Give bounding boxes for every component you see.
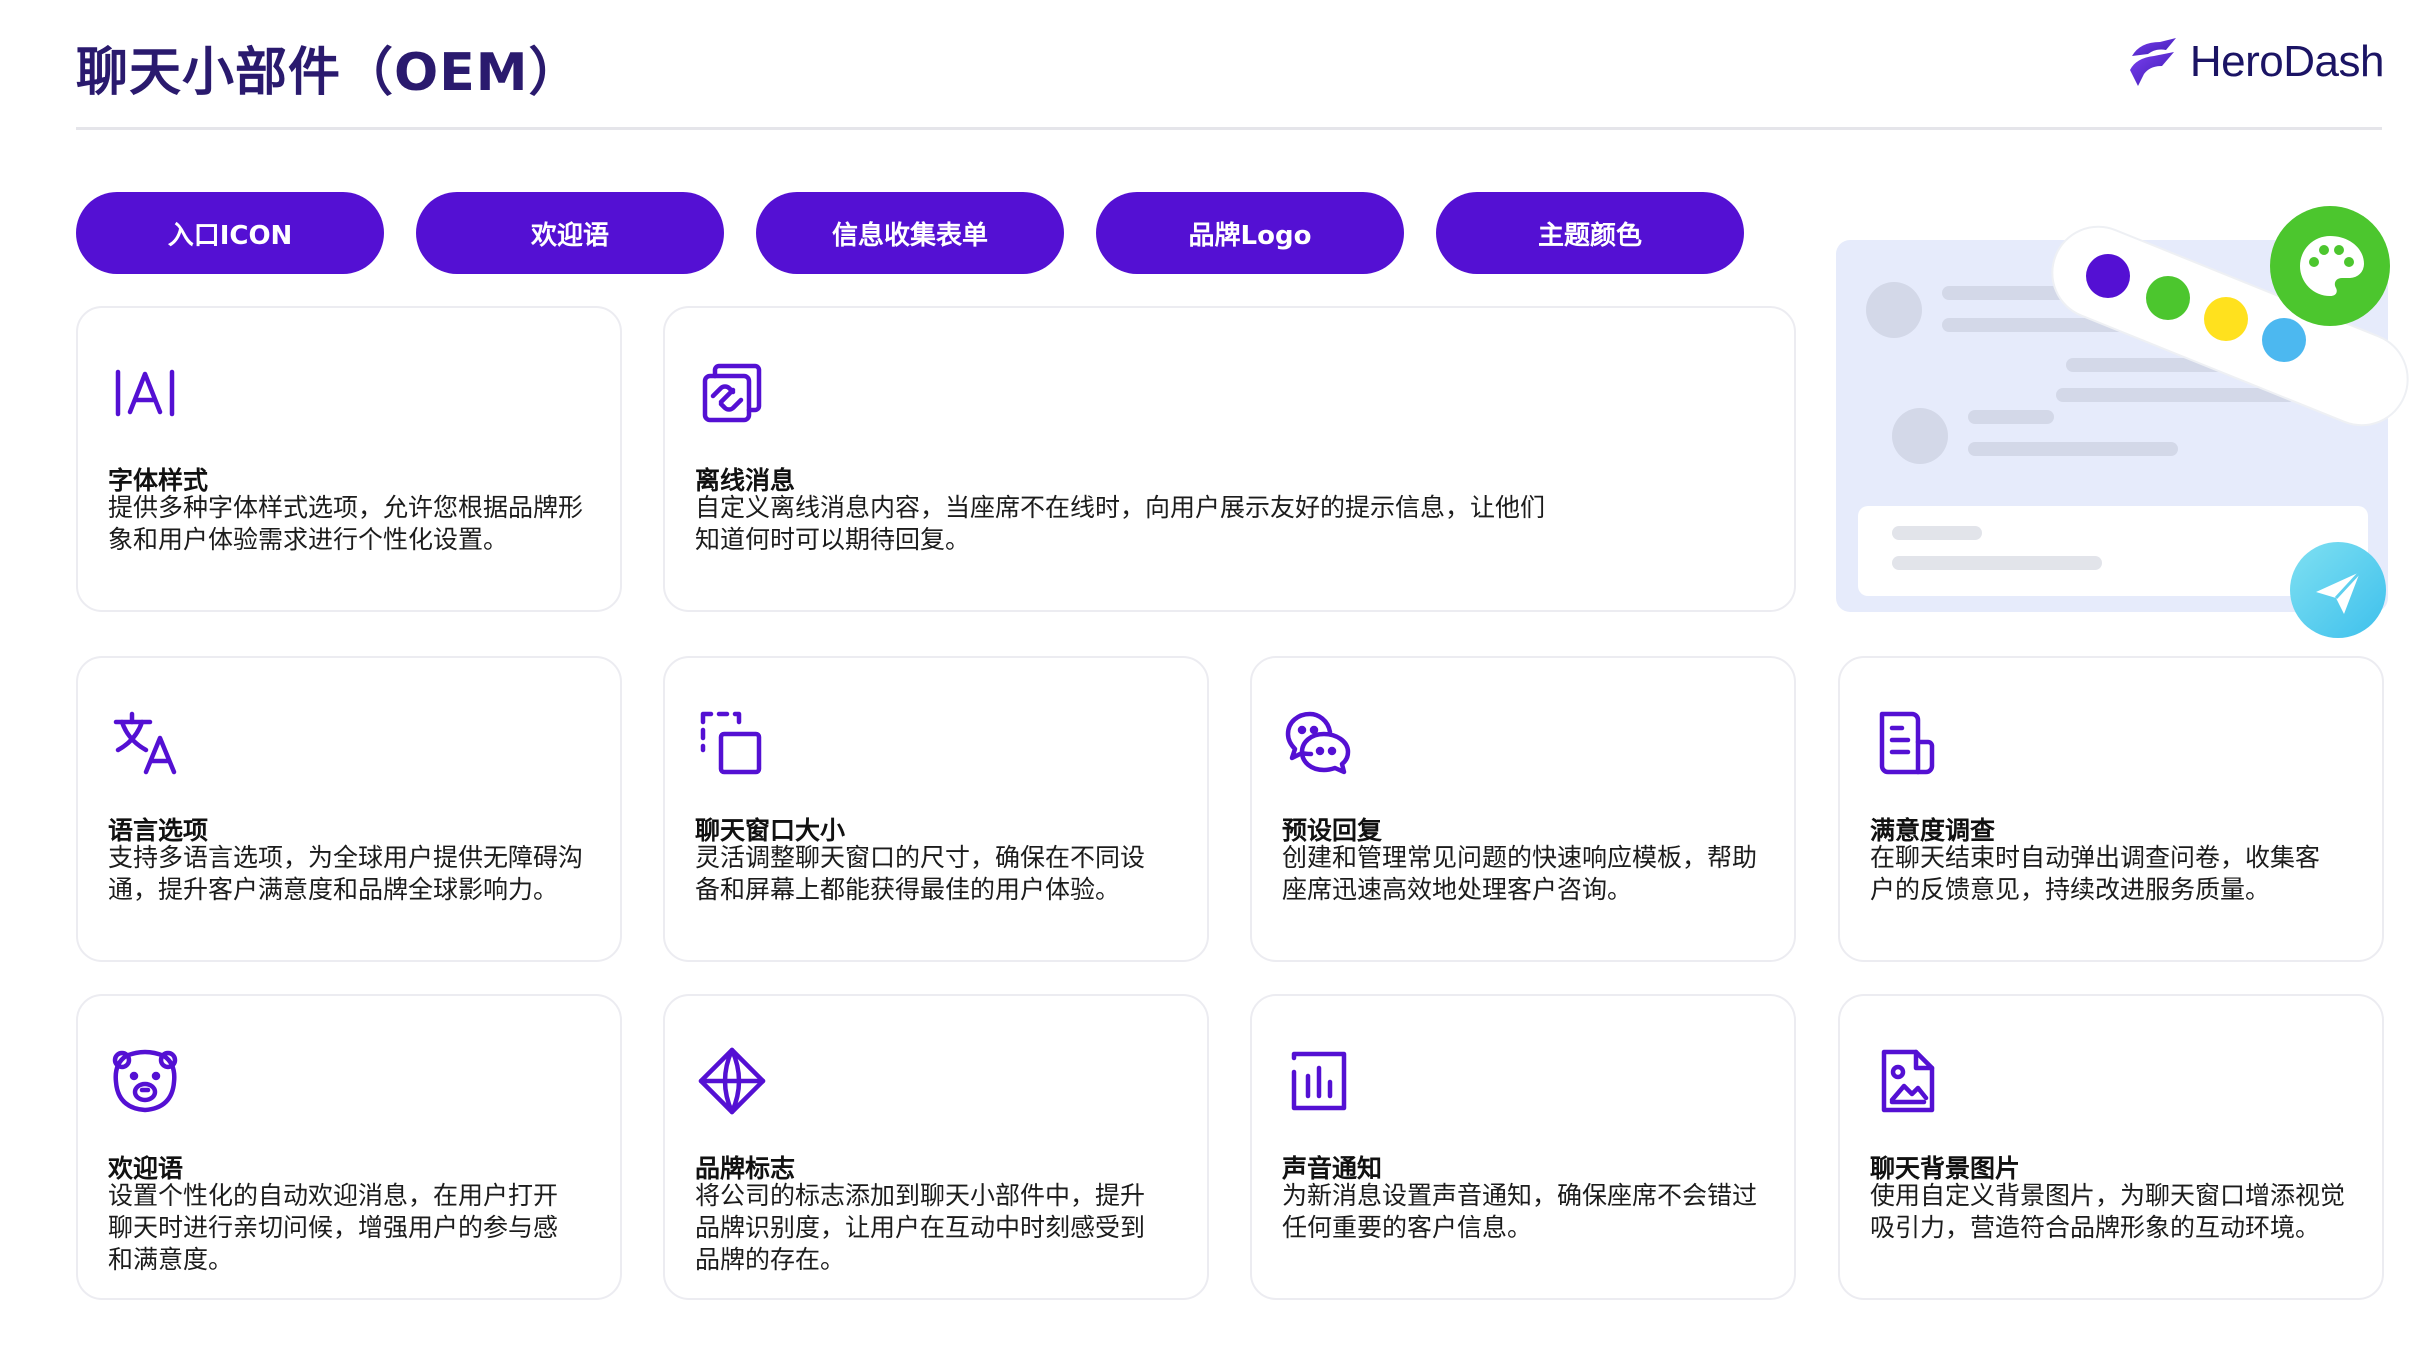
offline-link-icon <box>697 358 767 428</box>
feature-description: 提供多种字体样式选项，允许您根据品牌形 象和用户体验需求进行个性化设置。 <box>108 493 584 554</box>
header-divider <box>76 127 2382 130</box>
feature-card-offline-message: 离线消息 自定义离线消息内容，当座席不在线时，向用户展示友好的提示信息，让他们 … <box>663 306 1796 612</box>
tab-brand-logo[interactable]: 品牌Logo <box>1096 192 1404 274</box>
feature-card-chat-background: 聊天背景图片 使用自定义背景图片，为聊天窗口增添视觉 吸引力，营造符合品牌形象的… <box>1838 994 2384 1300</box>
herodash-logo-icon <box>2129 38 2176 86</box>
feature-card-brand-logo: 品牌标志 将公司的标志添加到聊天小部件中，提升 品牌识别度，让用户在互动中时刻感… <box>663 994 1209 1300</box>
tab-entry-icon[interactable]: 入口ICON <box>76 192 384 274</box>
font-style-icon <box>110 358 180 428</box>
feature-card-window-size: 聊天窗口大小 灵活调整聊天窗口的尺寸，确保在不同设 备和屏幕上都能获得最佳的用户… <box>663 656 1209 962</box>
theme-illustration <box>1836 200 2436 640</box>
chat-bubbles-icon <box>1284 708 1354 778</box>
feature-card-welcome-message: 欢迎语 设置个性化的自动欢迎消息，在用户打开 聊天时进行亲切问候，增强用户的参与… <box>76 994 622 1300</box>
feature-card-sound-notification: 声音通知 为新消息设置声音通知，确保座席不会错过 任何重要的客户信息。 <box>1250 994 1796 1300</box>
sound-bars-icon <box>1284 1046 1354 1116</box>
background-image-icon <box>1872 1046 1942 1116</box>
feature-description: 将公司的标志添加到聊天小部件中，提升 品牌识别度，让用户在互动中时刻感受到 品牌… <box>695 1181 1146 1274</box>
tab-welcome[interactable]: 欢迎语 <box>416 192 724 274</box>
diamond-logo-icon <box>697 1046 767 1116</box>
brand-name: HeroDash <box>2189 37 2385 86</box>
bear-face-icon <box>110 1046 180 1116</box>
feature-card-canned-replies: 预设回复 创建和管理常见问题的快速响应模板，帮助 座席迅速高效地处理客户咨询。 <box>1250 656 1796 962</box>
feature-description: 为新消息设置声音通知，确保座席不会错过 任何重要的客户信息。 <box>1282 1181 1758 1242</box>
feature-card-satisfaction-survey: 满意度调查 在聊天结束时自动弹出调查问卷，收集客 户的反馈意见，持续改进服务质量… <box>1838 656 2384 962</box>
feature-description: 灵活调整聊天窗口的尺寸，确保在不同设 备和屏幕上都能获得最佳的用户体验。 <box>695 843 1146 904</box>
tab-info-form[interactable]: 信息收集表单 <box>756 192 1064 274</box>
survey-document-icon <box>1872 708 1942 778</box>
tab-theme-color[interactable]: 主题颜色 <box>1436 192 1744 274</box>
feature-description: 创建和管理常见问题的快速响应模板，帮助 座席迅速高效地处理客户咨询。 <box>1282 843 1758 904</box>
page-title: 聊天小部件（OEM） <box>76 43 582 103</box>
feature-card-language: 语言选项 支持多语言选项，为全球用户提供无障碍沟 通，提升客户满意度和品牌全球影… <box>76 656 622 962</box>
feature-description: 使用自定义背景图片，为聊天窗口增添视觉 吸引力，营造符合品牌形象的互动环境。 <box>1870 1181 2346 1242</box>
feature-description: 支持多语言选项，为全球用户提供无障碍沟 通，提升客户满意度和品牌全球影响力。 <box>108 843 584 904</box>
feature-description: 自定义离线消息内容，当座席不在线时，向用户展示友好的提示信息，让他们 知道何时可… <box>695 493 1546 554</box>
translate-icon <box>110 708 180 778</box>
feature-description: 在聊天结束时自动弹出调查问卷，收集客 户的反馈意见，持续改进服务质量。 <box>1870 843 2321 904</box>
brand-logo: HeroDash <box>2126 36 2385 88</box>
resize-window-icon <box>697 708 767 778</box>
feature-card-font-style: 字体样式 提供多种字体样式选项，允许您根据品牌形 象和用户体验需求进行个性化设置… <box>76 306 622 612</box>
feature-description: 设置个性化的自动欢迎消息，在用户打开 聊天时进行亲切问候，增强用户的参与感 和满… <box>108 1181 559 1274</box>
